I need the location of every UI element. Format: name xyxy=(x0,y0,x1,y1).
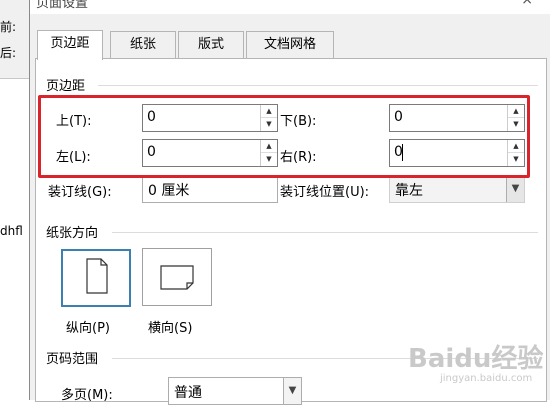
multiple-pages-value[interactable]: 普通 xyxy=(174,382,202,402)
document-text-fragment: dhfl xyxy=(0,224,23,238)
chevron-down-icon[interactable]: ▼ xyxy=(506,176,524,202)
margins-group-divider xyxy=(98,85,538,86)
document-toolbar-band xyxy=(0,0,30,79)
orientation-group-title: 纸张方向 xyxy=(46,226,99,241)
margins-group-title: 页边距 xyxy=(46,79,86,94)
spacing-before-label: 前: xyxy=(0,20,17,34)
gutter-value[interactable]: 0 厘米 xyxy=(148,180,189,200)
highlight-box xyxy=(38,95,530,178)
dialog-titlebar: 页面设置 × xyxy=(30,0,550,14)
gutter-position-select[interactable]: 靠左 ▼ xyxy=(389,175,525,203)
dialog-title: 页面设置 xyxy=(36,0,89,11)
pages-group-title: 页码范围 xyxy=(46,352,99,367)
gutter-input[interactable]: 0 厘米 xyxy=(142,175,278,203)
chevron-down-icon[interactable]: ▼ xyxy=(283,378,301,404)
multiple-pages-select[interactable]: 普通 ▼ xyxy=(168,377,302,405)
gutter-position-label: 装订线位置(U): xyxy=(280,185,370,200)
multiple-pages-label: 多页(M): xyxy=(61,388,113,403)
landscape-label[interactable]: 横向(S) xyxy=(148,317,192,336)
spacing-after-label: 后: xyxy=(0,46,17,60)
landscape-page-icon xyxy=(160,265,194,290)
portrait-button[interactable] xyxy=(61,249,131,307)
tab-margins[interactable]: 页边距 xyxy=(37,30,103,60)
portrait-page-icon xyxy=(86,258,108,294)
watermark-logo: Baidu经验 xyxy=(408,344,544,374)
gutter-position-value: 靠左 xyxy=(395,183,423,199)
orientation-group-divider xyxy=(112,232,538,233)
landscape-button[interactable] xyxy=(142,248,212,306)
tab-layout[interactable]: 版式 xyxy=(178,31,244,58)
watermark-url: jingyan.baidu.com xyxy=(440,373,533,384)
gutter-label: 装订线(G): xyxy=(48,185,112,200)
close-icon[interactable]: × xyxy=(521,0,533,8)
tab-paper[interactable]: 纸张 xyxy=(110,31,176,58)
portrait-label[interactable]: 纵向(P) xyxy=(66,317,110,336)
tab-document-grid[interactable]: 文档网格 xyxy=(246,31,334,58)
